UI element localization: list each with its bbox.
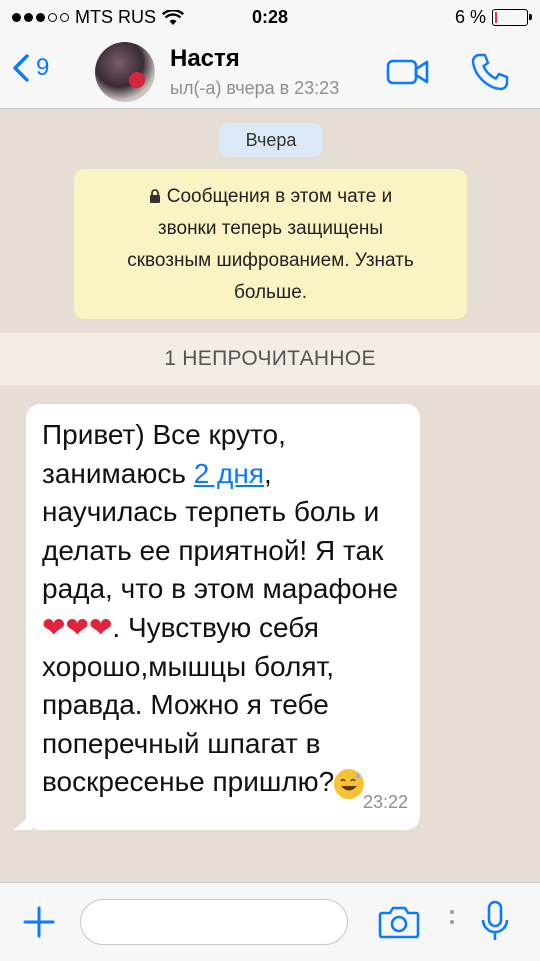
- sweat-smile-emoji: [334, 768, 365, 799]
- heart-emoji: ❤: [42, 611, 66, 643]
- encryption-notice-line: больше.: [233, 282, 308, 303]
- message-line: поперечный шпагат в: [42, 727, 321, 759]
- chevron-left-icon: [13, 54, 29, 82]
- message-input-bar: [0, 882, 540, 961]
- unread-chats-count: 9: [36, 54, 50, 81]
- date-link[interactable]: 2 дня: [194, 458, 264, 489]
- contact-name[interactable]: Настя: [170, 45, 240, 73]
- voice-message-button[interactable]: [480, 900, 510, 949]
- message-time: 23:22: [362, 792, 408, 813]
- last-seen-status: ыл(-а) вчера в 23:23: [170, 78, 340, 98]
- divider-dots: [450, 910, 454, 930]
- chat-header: 9 Настя ыл(-а) вчера в 23:23: [0, 36, 540, 109]
- message-line: научилась терпеть боль и: [42, 496, 380, 528]
- voice-call-button[interactable]: [470, 52, 510, 97]
- plus-icon: [23, 906, 55, 938]
- message-line: Привет) Все круто,: [42, 419, 286, 450]
- microphone-icon: [481, 900, 509, 940]
- encryption-notice-line: Сообщения в этом чате и: [74, 181, 467, 213]
- message-line: делать ее приятной! Я так: [42, 534, 384, 566]
- message-line: занимаюсь 2 дня,: [42, 457, 272, 489]
- encryption-notice-line: сквозным шифрованием. Узнать: [127, 250, 414, 271]
- battery-percent: 6 %: [454, 7, 486, 27]
- message-line: рада, что в этом марафоне: [42, 573, 399, 605]
- attach-button[interactable]: [22, 905, 56, 944]
- unread-messages-banner: 1 НЕПРОЧИТАННОЕ: [0, 333, 540, 385]
- message-line: ❤❤❤. Чувствую себя: [42, 609, 406, 648]
- battery-fill: [495, 12, 497, 23]
- message-line: правда. Можно я тебе: [42, 689, 329, 721]
- incoming-message-bubble[interactable]: Привет) Все круто, занимаюсь 2 дня, науч…: [26, 404, 420, 830]
- encryption-notice-line: звонки теперь защищены: [157, 218, 384, 239]
- message-input[interactable]: [80, 899, 348, 945]
- encryption-notice[interactable]: Сообщения в этом чате и звонки теперь за…: [74, 169, 467, 319]
- avatar[interactable]: [95, 42, 155, 102]
- message-line: воскресенье пришлю?: [42, 763, 406, 802]
- phone-icon: [471, 53, 509, 91]
- back-button[interactable]: 9: [12, 54, 49, 82]
- camera-icon: [378, 906, 420, 939]
- status-bar: MTS RUS 0:28 6 %: [0, 0, 540, 36]
- camera-button[interactable]: [378, 905, 420, 944]
- date-separator: Вчера: [219, 123, 323, 157]
- message-line: хорошо,мышцы болят,: [42, 650, 334, 682]
- video-camera-icon: [386, 59, 429, 85]
- chat-area[interactable]: Вчера Сообщения в этом чате и звонки теп…: [0, 109, 540, 882]
- battery-group: 6 %: [454, 7, 532, 28]
- battery-icon: [492, 9, 532, 26]
- heart-emoji: ❤: [65, 611, 89, 643]
- avatar-flower: [129, 72, 145, 88]
- heart-emoji: ❤: [88, 611, 113, 643]
- video-call-button[interactable]: [386, 58, 430, 91]
- lock-icon: [149, 189, 160, 204]
